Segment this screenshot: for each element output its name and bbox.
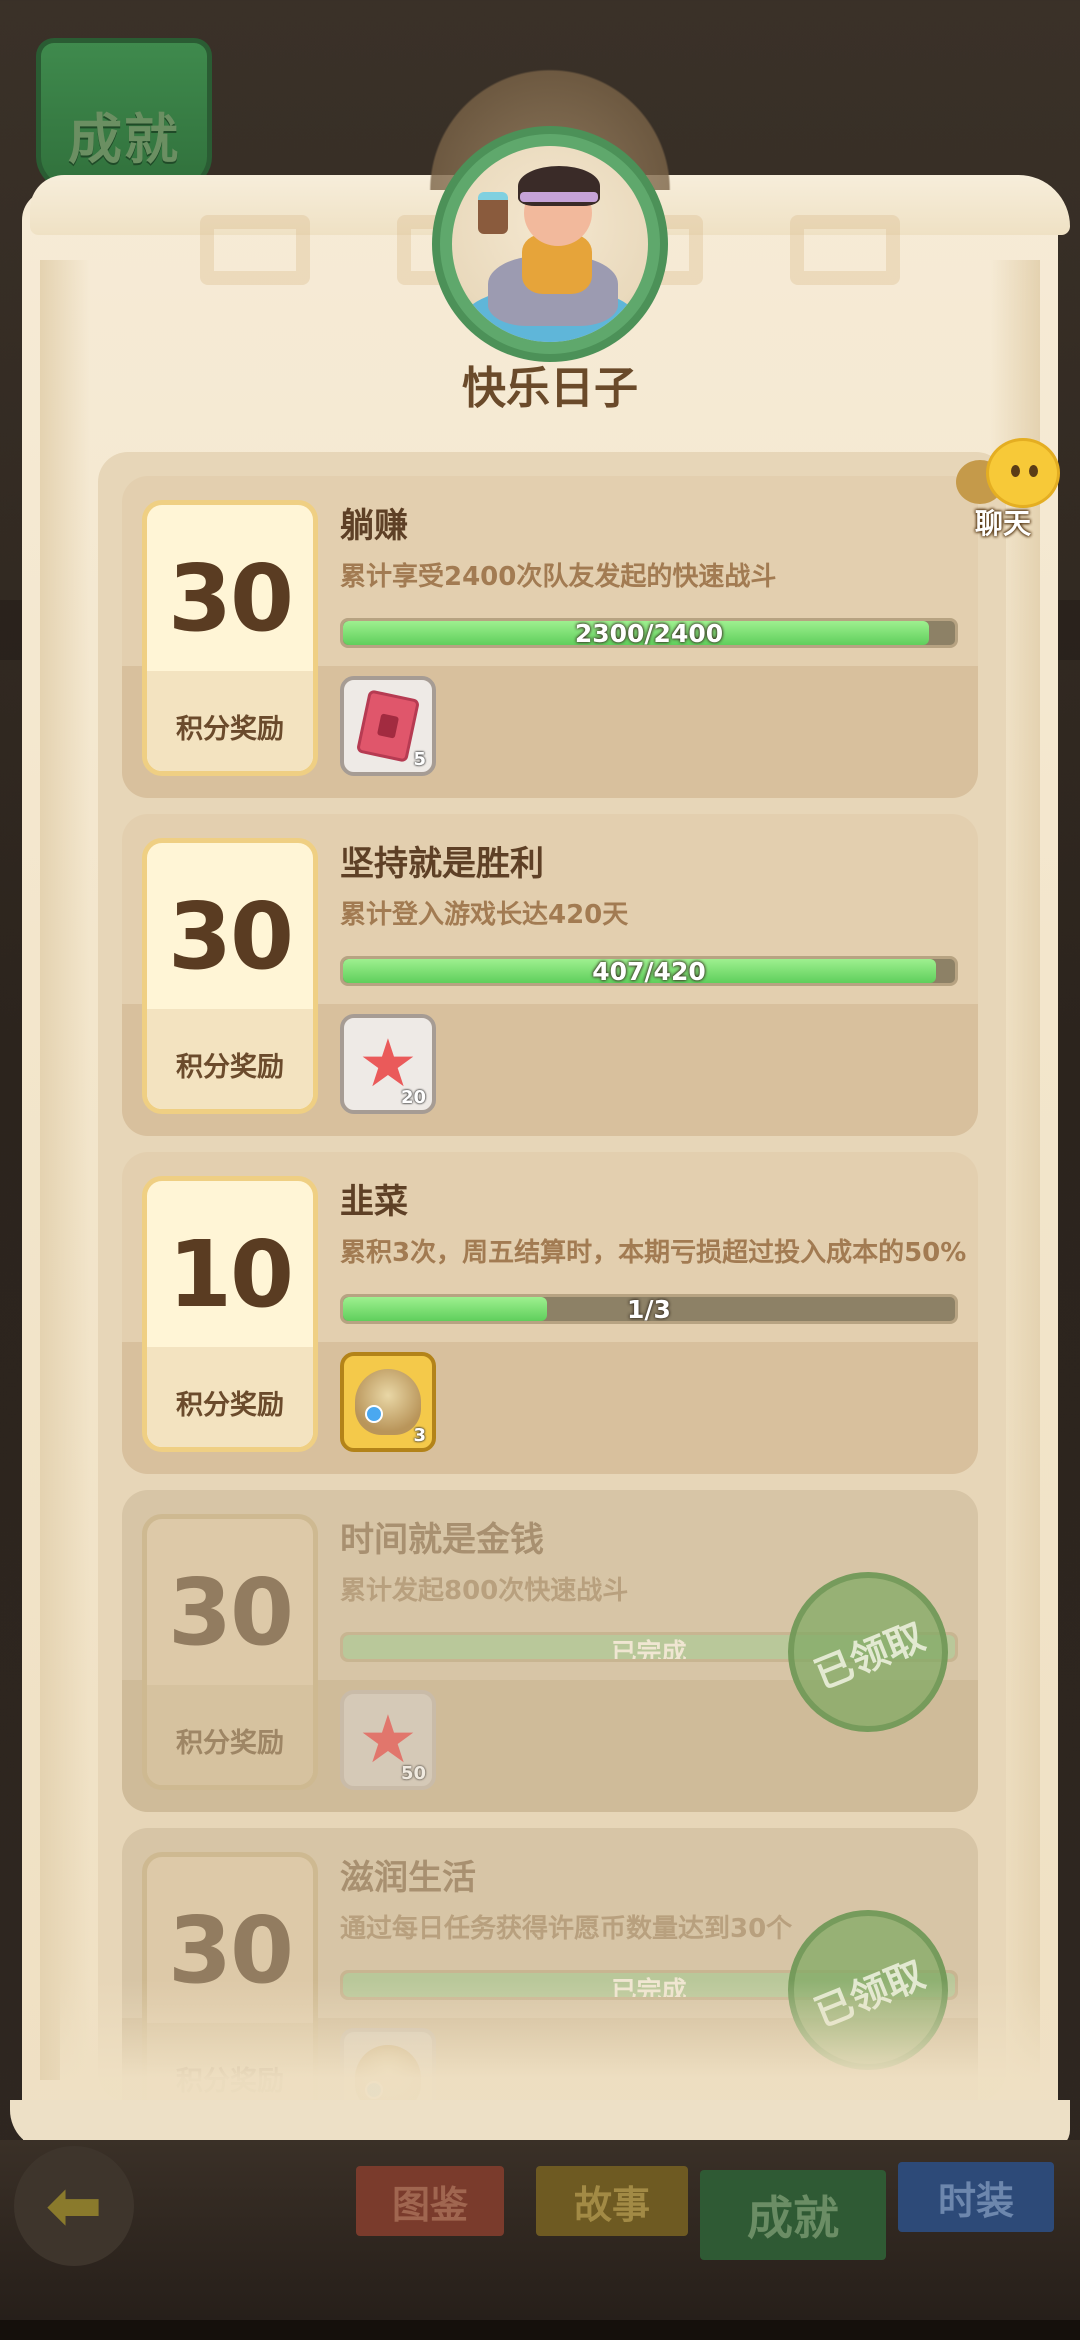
tab-collection[interactable]: 图鉴	[356, 2166, 504, 2236]
claimed-stamp-label: 已领取	[808, 1613, 931, 1698]
achievement-title: 坚持就是胜利	[340, 844, 544, 884]
reward-points: 30	[167, 545, 294, 652]
achievement-description: 累计登入游戏长达420天	[340, 900, 629, 930]
ticket-icon	[355, 689, 421, 763]
chat-label: 聊天	[974, 507, 1031, 540]
pouch-icon	[355, 1369, 421, 1435]
progress-bar: 2300/2400	[340, 618, 958, 648]
achievement-list[interactable]: 30 积分奖励 躺赚累计享受2400次队友发起的快速战斗 2300/2400 5 30 积分…	[98, 452, 1006, 2102]
corner-tab-label: 成就	[68, 108, 180, 171]
reward-item-slot[interactable]: ★ 50	[340, 1690, 436, 1790]
item-quantity: 20	[400, 1087, 426, 1108]
avatar	[432, 126, 668, 362]
achievement-title: 滋润生活	[340, 1858, 476, 1898]
smiley-bubble-icon	[986, 438, 1060, 508]
caveman-avatar-image	[452, 146, 648, 342]
page-title: 快乐日子	[462, 363, 638, 414]
reward-points-box: 10 积分奖励	[142, 1176, 318, 1452]
reward-points: 30	[167, 1559, 294, 1666]
reward-points-box: 30 积分奖励	[142, 1514, 318, 1790]
achievement-title: 躺赚	[340, 506, 408, 546]
item-quantity: 5	[413, 749, 426, 770]
reward-points-box: 30 积分奖励	[142, 500, 318, 776]
reward-points: 10	[167, 1221, 294, 1328]
reward-points: 30	[167, 883, 294, 990]
reward-label: 积分奖励	[176, 713, 284, 745]
achievement-title: 时间就是金钱	[340, 1520, 544, 1560]
reward-label: 积分奖励	[176, 1389, 284, 1421]
progress-text: 1/3	[627, 1295, 671, 1324]
reward-points-box: 30 积分奖励	[142, 838, 318, 1114]
achievement-card[interactable]: 10 积分奖励 韭菜累积3次，周五结算时，本期亏损超过投入成本的50% 1/3 3	[122, 1152, 978, 1474]
achievement-description: 累计享受2400次队友发起的快速战斗	[340, 562, 777, 592]
back-button[interactable]: ⬅	[14, 2146, 134, 2266]
achievement-description: 累积3次，周五结算时，本期亏损超过投入成本的50%	[340, 1238, 967, 1268]
reward-label: 积分奖励	[176, 1051, 284, 1083]
progress-bar: 407/420	[340, 956, 958, 986]
tab-story[interactable]: 故事	[536, 2166, 688, 2236]
reward-item-slot[interactable]: ★ 20	[340, 1014, 436, 1114]
tab-achievements[interactable]: 成就	[700, 2170, 886, 2260]
achievement-card[interactable]: 30 积分奖励 坚持就是胜利累计登入游戏长达420天 407/420 ★ 20	[122, 814, 978, 1136]
achievement-card[interactable]: 30 积分奖励 时间就是金钱 累计发起800次快速战斗 已完成 ★ 50 已领取	[122, 1490, 978, 1812]
back-arrow-icon: ⬅	[45, 2166, 103, 2246]
progress-text: 2300/2400	[574, 619, 724, 648]
reward-item-slot[interactable]: 3	[340, 1352, 436, 1452]
progress-bar: 1/3	[340, 1294, 958, 1324]
reward-item-slot[interactable]: 5	[340, 676, 436, 776]
item-quantity: 3	[413, 1425, 426, 1446]
achievement-title: 韭菜	[340, 1182, 408, 1222]
progress-text: 407/420	[592, 957, 706, 986]
chat-button[interactable]: 聊天	[950, 432, 1070, 540]
reward-label: 积分奖励	[176, 1727, 284, 1759]
item-quantity: 50	[400, 1763, 426, 1784]
achievement-card[interactable]: 30 积分奖励 躺赚累计享受2400次队友发起的快速战斗 2300/2400 5	[122, 476, 978, 798]
tab-costume[interactable]: 时装	[898, 2162, 1054, 2232]
